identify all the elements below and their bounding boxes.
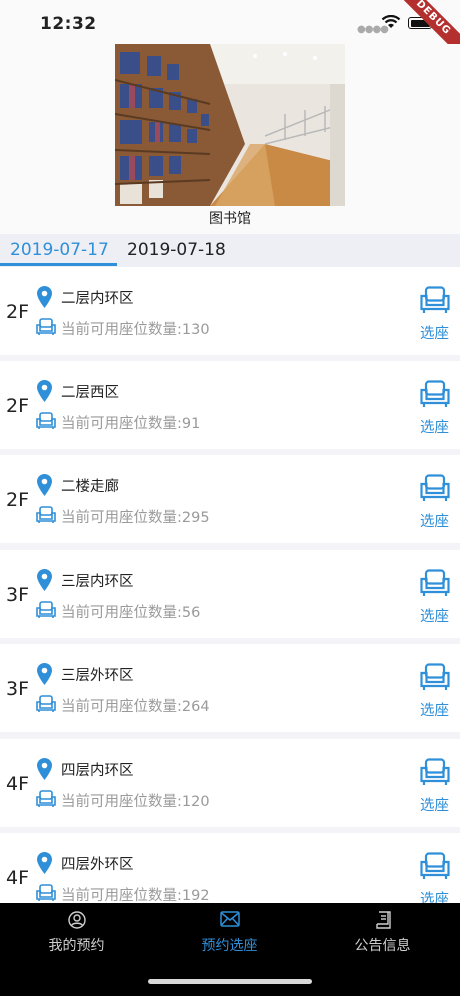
select-seat-button[interactable]: 选座	[420, 888, 449, 903]
notice-icon	[306, 911, 459, 933]
select-seat-button[interactable]: 选座	[420, 416, 449, 437]
select-seat-button[interactable]: 选座	[420, 794, 449, 815]
select-seat-icon[interactable]	[420, 474, 450, 502]
library-title: 图书馆	[209, 211, 251, 227]
location-pin-icon	[37, 380, 52, 402]
select-seat-button[interactable]: 选座	[420, 605, 449, 626]
available-seats: 当前可用座位数量:192	[61, 888, 210, 903]
room-card[interactable]: 3F 三层外环区 当前可用座位数量:264 选座	[0, 644, 460, 732]
room-card[interactable]: 2F 二层西区 当前可用座位数量:91 选座	[0, 361, 460, 449]
seat-icon	[36, 506, 56, 523]
seat-icon	[36, 601, 56, 618]
floor-label: 4F	[6, 867, 30, 889]
select-seat-button[interactable]: 选座	[420, 699, 449, 720]
date-tab-bar: 2019-07-17 2019-07-18	[0, 234, 460, 267]
location-pin-icon	[37, 286, 52, 308]
room-card[interactable]: 2F 二楼走廊 当前可用座位数量:295 选座	[0, 455, 460, 543]
library-photo	[115, 44, 345, 206]
envelope-icon	[153, 911, 306, 931]
room-name: 三层外环区	[61, 668, 134, 684]
room-card[interactable]: 3F 三层内环区 当前可用座位数量:56 选座	[0, 550, 460, 638]
available-seats: 当前可用座位数量:120	[61, 794, 210, 810]
floor-label: 2F	[6, 489, 30, 511]
library-header: 图书馆	[0, 44, 460, 234]
room-name: 三层内环区	[61, 574, 134, 590]
floor-label: 3F	[6, 678, 30, 700]
select-seat-button[interactable]: 选座	[420, 510, 449, 531]
select-seat-icon[interactable]	[420, 569, 450, 597]
select-seat-icon[interactable]	[420, 852, 450, 880]
available-seats: 当前可用座位数量:130	[61, 322, 210, 338]
room-card[interactable]: 4F 四层内环区 当前可用座位数量:120 选座	[0, 739, 460, 827]
room-name: 二楼走廊	[61, 479, 119, 495]
location-pin-icon	[37, 474, 52, 496]
location-pin-icon	[37, 569, 52, 591]
select-seat-icon[interactable]	[420, 286, 450, 314]
floor-label: 4F	[6, 773, 30, 795]
seat-icon	[36, 318, 56, 335]
room-card[interactable]: 4F 四层外环区 当前可用座位数量:192 选座	[0, 833, 460, 903]
seat-icon	[36, 695, 56, 712]
room-name: 二层内环区	[61, 291, 134, 307]
floor-label: 3F	[6, 584, 30, 606]
nav-announcements[interactable]: 公告信息	[306, 903, 459, 963]
location-pin-icon	[37, 663, 52, 685]
location-pin-icon	[37, 758, 52, 780]
select-seat-button[interactable]: 选座	[420, 322, 449, 343]
available-seats: 当前可用座位数量:91	[61, 416, 201, 432]
floor-label: 2F	[6, 395, 30, 417]
status-bar: 12:32 ●●●● DEBUG	[0, 0, 460, 63]
seat-icon	[36, 412, 56, 429]
available-seats: 当前可用座位数量:56	[61, 605, 201, 621]
tab-indicator	[0, 263, 117, 266]
nav-label: 我的预约	[48, 938, 105, 954]
room-name: 二层西区	[61, 385, 119, 401]
nav-reserve-seat[interactable]: 预约选座	[153, 903, 306, 963]
location-pin-icon	[37, 852, 52, 874]
status-time: 12:32	[40, 14, 97, 34]
select-seat-icon[interactable]	[420, 380, 450, 408]
available-seats: 当前可用座位数量:264	[61, 699, 210, 715]
nav-label: 公告信息	[354, 938, 411, 954]
wifi-icon	[381, 15, 401, 28]
seat-icon	[36, 884, 56, 901]
room-name: 四层外环区	[61, 857, 134, 873]
home-indicator[interactable]	[148, 979, 312, 984]
tab-date-2[interactable]: 2019-07-18	[127, 240, 226, 260]
available-seats: 当前可用座位数量:295	[61, 510, 210, 526]
seat-icon	[36, 790, 56, 807]
select-seat-icon[interactable]	[420, 758, 450, 786]
floor-label: 2F	[6, 301, 30, 323]
nav-my-reservations[interactable]: 我的预约	[0, 903, 153, 963]
room-list[interactable]: 2F 二层内环区 当前可用座位数量:130 选座 2F 二层西区 当前可用座位数…	[0, 267, 460, 903]
tab-date-1[interactable]: 2019-07-17	[10, 240, 109, 260]
nav-label: 预约选座	[201, 938, 258, 954]
room-card[interactable]: 2F 二层内环区 当前可用座位数量:130 选座	[0, 267, 460, 355]
room-name: 四层内环区	[61, 763, 134, 779]
person-icon	[0, 911, 153, 933]
select-seat-icon[interactable]	[420, 663, 450, 691]
